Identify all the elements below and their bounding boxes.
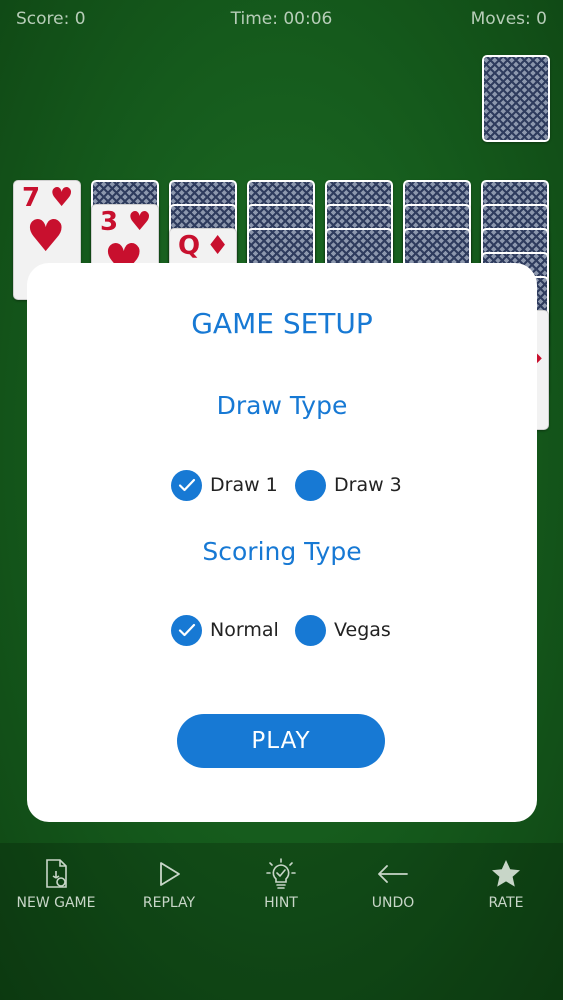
- game-setup-dialog: GAME SETUP Draw Type Draw 1 Draw 3 Scori…: [27, 263, 537, 822]
- replay-label: REPLAY: [142, 895, 196, 911]
- hint-icon: [231, 857, 331, 891]
- undo-button[interactable]: UNDO: [343, 857, 443, 911]
- undo-label: UNDO: [371, 895, 415, 911]
- bottom-toolbar: NEW GAME REPLAY HINT UNDO RATE: [0, 843, 563, 1000]
- vegas-option[interactable]: Vegas: [295, 614, 391, 646]
- new-game-button[interactable]: NEW GAME: [6, 857, 106, 911]
- draw-3-label: Draw 3: [334, 474, 402, 496]
- radio-checked-icon: [171, 614, 202, 646]
- stock-pile[interactable]: [482, 55, 550, 142]
- heart-suit-icon: ♥: [26, 211, 66, 262]
- star-icon: [456, 857, 556, 891]
- vegas-label: Vegas: [334, 619, 391, 641]
- draw-type-heading: Draw Type: [216, 391, 348, 420]
- rate-button[interactable]: RATE: [456, 857, 556, 911]
- status-bar: Time: 00:06 Score: 0 Moves: 0: [0, 0, 563, 40]
- draw-3-option[interactable]: Draw 3: [295, 469, 402, 501]
- radio-unchecked-icon: [295, 614, 326, 646]
- play-button[interactable]: PLAY: [177, 714, 385, 768]
- replay-button[interactable]: REPLAY: [119, 857, 219, 911]
- normal-label: Normal: [210, 619, 279, 641]
- scoring-type-heading: Scoring Type: [202, 537, 362, 566]
- undo-icon: [343, 857, 443, 891]
- hint-label: HINT: [264, 895, 298, 911]
- moves-display: Moves: 0: [470, 9, 547, 29]
- new-game-label: NEW GAME: [16, 895, 96, 911]
- diamond-suit-icon: ♦: [206, 231, 230, 261]
- heart-suit-icon: ♥: [50, 183, 74, 213]
- normal-option[interactable]: Normal: [171, 614, 279, 646]
- replay-icon: [119, 857, 219, 891]
- draw-1-option[interactable]: Draw 1: [171, 469, 278, 501]
- card-rank: 7: [22, 183, 41, 213]
- card-rank: 3: [100, 207, 119, 237]
- radio-unchecked-icon: [295, 469, 326, 501]
- rate-label: RATE: [488, 895, 524, 911]
- radio-checked-icon: [171, 469, 202, 501]
- heart-suit-icon: ♥: [128, 207, 152, 237]
- card-rank: Q: [178, 231, 201, 261]
- hint-button[interactable]: HINT: [231, 857, 331, 911]
- draw-1-label: Draw 1: [210, 474, 278, 496]
- score-display: Score: 0: [16, 9, 86, 29]
- new-game-icon: [6, 857, 106, 891]
- dialog-title: GAME SETUP: [191, 307, 373, 340]
